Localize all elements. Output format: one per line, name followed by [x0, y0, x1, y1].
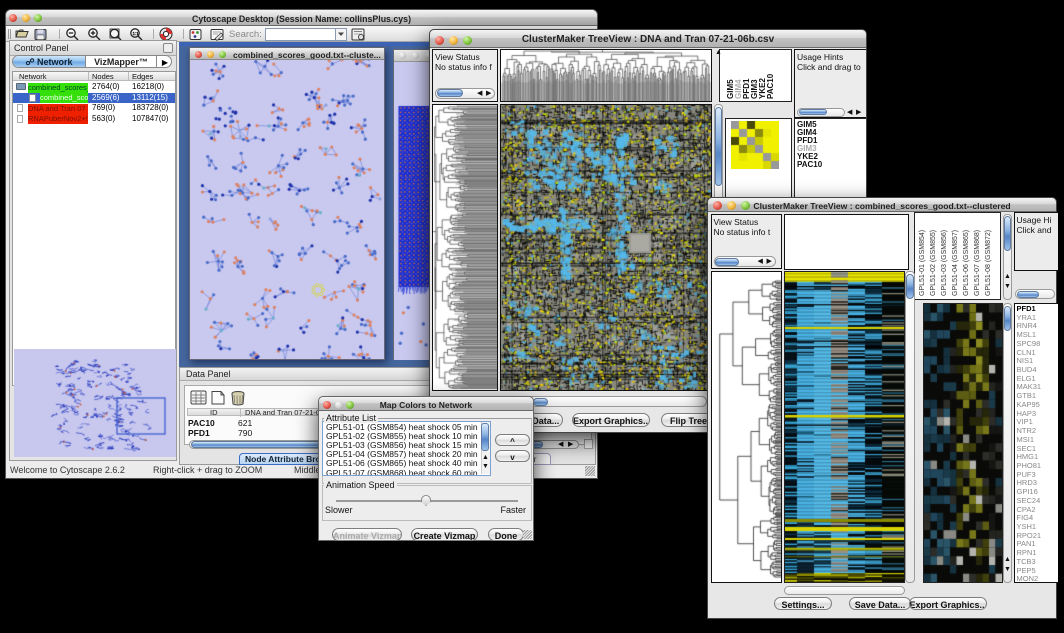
svg-text:Search:: Search: — [229, 29, 262, 40]
svg-text:1:1: 1:1 — [133, 31, 140, 36]
